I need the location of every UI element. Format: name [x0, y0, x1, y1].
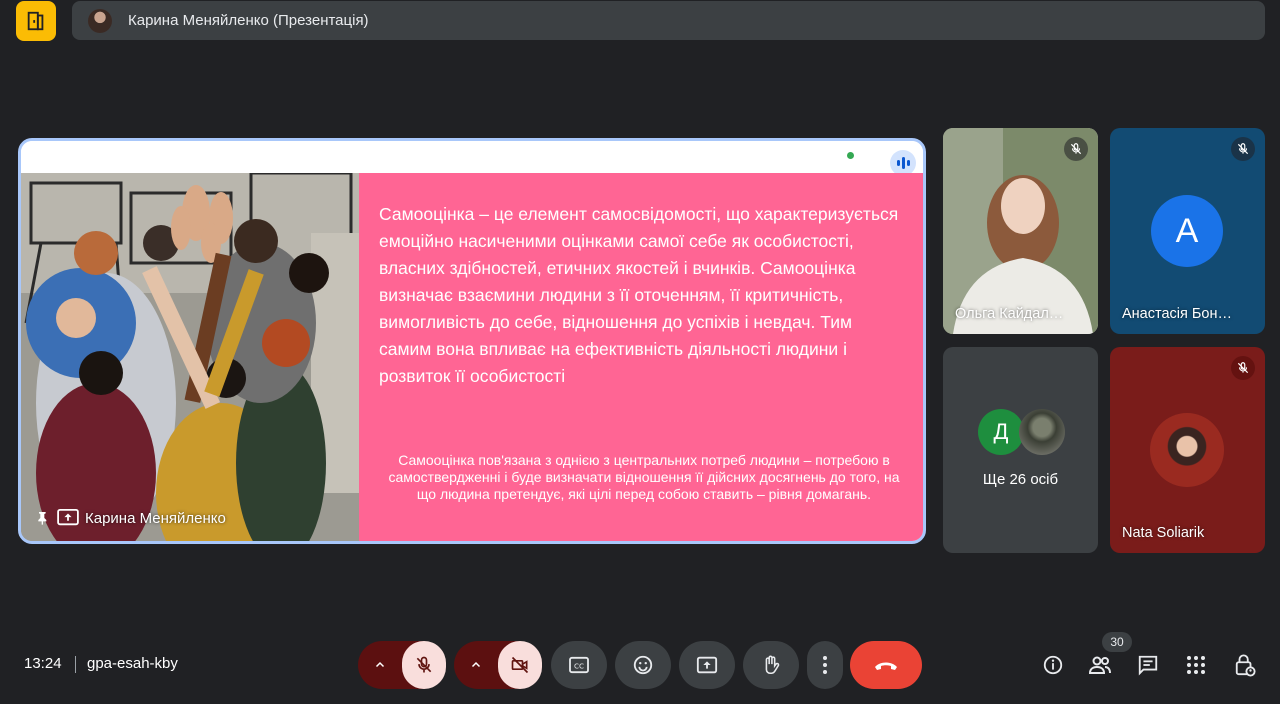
- slide-top-strip: [21, 141, 923, 173]
- clock: 13:24: [24, 655, 62, 672]
- people-icon: [1088, 656, 1111, 674]
- presenter-label: Карина Меняйленко: [35, 509, 226, 527]
- emoji-icon: [633, 655, 653, 675]
- pin-icon[interactable]: [35, 510, 51, 526]
- present-screen-icon: [57, 509, 79, 526]
- present-screen-icon: [696, 656, 718, 674]
- info-icon: [1043, 655, 1063, 675]
- others-tile[interactable]: Д Ще 26 осіб: [943, 347, 1098, 553]
- divider: [75, 656, 76, 673]
- camera-toggle-button[interactable]: [498, 641, 542, 689]
- captions-button[interactable]: CC: [551, 641, 607, 689]
- mic-toggle-button[interactable]: [402, 641, 446, 689]
- slide-text-panel: Самооцінка – це елемент самосвідомості, …: [359, 173, 923, 541]
- presenter-avatar: [88, 8, 112, 33]
- chat-button[interactable]: [1135, 652, 1161, 678]
- participant-count-badge: 30: [1102, 632, 1132, 652]
- meeting-details-button[interactable]: [1040, 652, 1066, 678]
- present-now-button[interactable]: [679, 641, 735, 689]
- slide-main-text: Самооцінка – це елемент самосвідомості, …: [379, 204, 899, 386]
- participant-tile-nata[interactable]: Nata Soliarik: [1110, 347, 1265, 553]
- host-controls-button[interactable]: [1232, 652, 1258, 678]
- participant-avatar-photo: [1019, 409, 1065, 455]
- video-options-button[interactable]: [454, 641, 498, 689]
- apps-grid-icon: [1187, 656, 1205, 674]
- door-icon: [27, 11, 44, 31]
- muted-mic-icon: [1231, 356, 1255, 380]
- hangup-icon: [875, 662, 897, 670]
- muted-mic-icon: [1064, 137, 1088, 161]
- team-high-five-image: [21, 173, 359, 541]
- mic-control-group: [358, 641, 446, 689]
- presenter-name: Карина Меняйленко: [85, 509, 226, 527]
- mic-off-icon: [416, 656, 432, 673]
- participant-name: Ольга Кайдал…: [955, 306, 1064, 322]
- more-vert-icon: [823, 656, 827, 674]
- slide-photo: [21, 173, 359, 541]
- participant-tile-anastasia[interactable]: A Анастасія Бон…: [1110, 128, 1265, 334]
- camera-off-icon: [511, 656, 529, 674]
- status-dot: [847, 152, 854, 159]
- camera-control-group: [454, 641, 542, 689]
- raise-hand-button[interactable]: [743, 641, 799, 689]
- participant-name: Анастасія Бон…: [1122, 306, 1232, 322]
- participant-avatar: Д: [978, 409, 1024, 455]
- participant-tile-olga[interactable]: Ольга Кайдал…: [943, 128, 1098, 334]
- chevron-up-icon: [375, 661, 385, 668]
- reactions-button[interactable]: [615, 641, 671, 689]
- chevron-up-icon: [471, 661, 481, 668]
- closed-captions-icon: CC: [569, 656, 589, 674]
- leave-call-button[interactable]: [850, 641, 922, 689]
- muted-mic-icon: [1231, 137, 1255, 161]
- presentation-title-bar[interactable]: Карина Меняйленко (Презентація): [72, 1, 1265, 40]
- svg-text:CC: CC: [574, 662, 584, 671]
- meet-logo-button[interactable]: [16, 1, 56, 41]
- others-count-label: Ще 26 осіб: [982, 471, 1059, 488]
- presentation-title: Карина Меняйленко (Презентація): [128, 12, 369, 29]
- more-options-button[interactable]: [807, 641, 843, 689]
- meeting-code: gpa-esah-kby: [87, 655, 178, 672]
- chat-icon: [1138, 655, 1158, 676]
- slide-sub-text: Самооцінка пов'язана з однією з централь…: [388, 452, 900, 502]
- hand-icon: [765, 655, 780, 675]
- participant-avatar: A: [1151, 195, 1223, 267]
- audio-options-button[interactable]: [358, 641, 402, 689]
- people-button[interactable]: [1087, 652, 1113, 678]
- participant-avatar-photo: [1150, 413, 1224, 487]
- activities-button[interactable]: [1183, 652, 1209, 678]
- presentation-tile[interactable]: Самооцінка – це елемент самосвідомості, …: [18, 138, 926, 544]
- participant-name: Nata Soliarik: [1122, 525, 1205, 541]
- lock-person-icon: [1235, 654, 1256, 677]
